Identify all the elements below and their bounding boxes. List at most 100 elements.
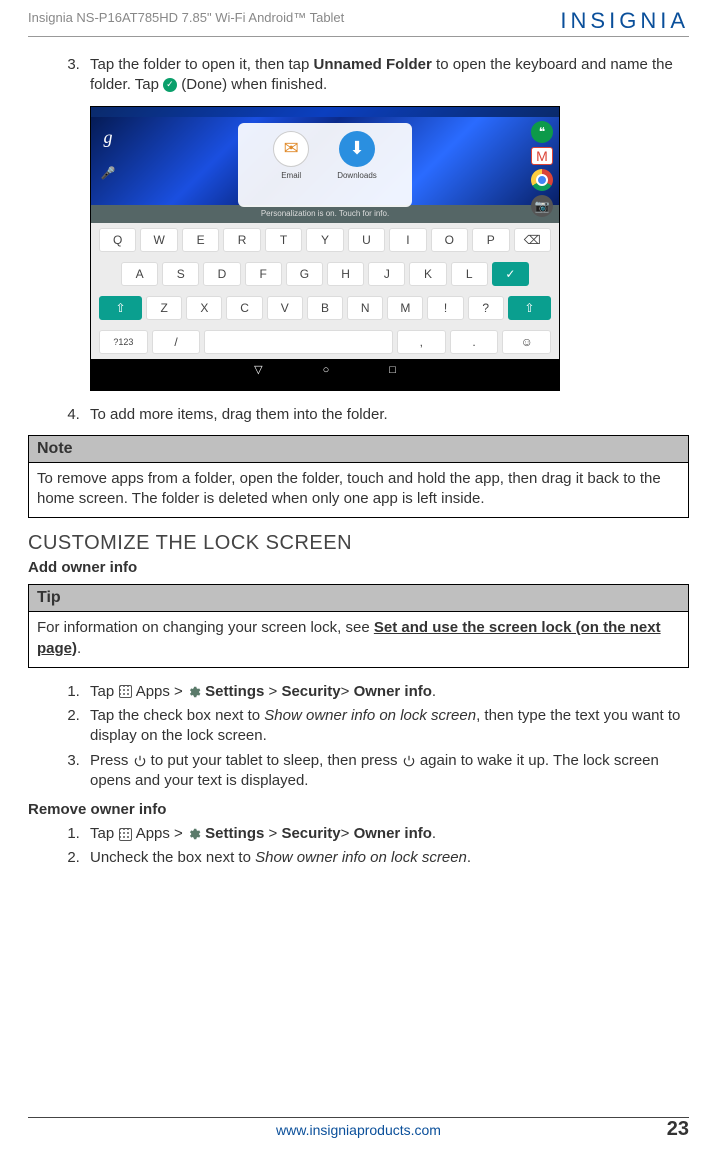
product-line: Insignia NS-P16AT785HD 7.85" Wi-Fi Andro… <box>28 8 344 25</box>
power-icon <box>133 754 147 768</box>
key: E <box>182 228 219 252</box>
email-label: Email <box>281 171 301 180</box>
section-heading: CUSTOMIZE THE LOCK SCREEN <box>28 532 689 555</box>
t: . <box>432 683 436 700</box>
downloads-label: Downloads <box>337 171 377 180</box>
remove-step-1: Tap Apps > Settings > Security> Owner in… <box>84 824 689 844</box>
key: Z <box>146 296 182 320</box>
tip-title: Tip <box>29 585 688 612</box>
key: I <box>389 228 426 252</box>
t: . <box>432 825 436 842</box>
t: > <box>264 683 281 700</box>
chrome-icon <box>531 169 553 191</box>
step-4: To add more items, drag them into the fo… <box>84 405 689 425</box>
key: C <box>226 296 262 320</box>
t: Tap <box>90 683 118 700</box>
power-icon <box>402 754 416 768</box>
t: Owner info <box>354 825 432 842</box>
key: P <box>472 228 509 252</box>
done-icon <box>163 78 177 92</box>
folder-app-email: ✉ Email <box>273 131 309 207</box>
key: J <box>368 262 405 286</box>
t: > <box>341 825 354 842</box>
note-box: Note To remove apps from a folder, open … <box>28 435 689 519</box>
key: K <box>409 262 446 286</box>
kb-row-3: ⇧ Z X C V B N M ! ? ⇧ <box>91 291 559 325</box>
comma-key: , <box>397 330 446 354</box>
key: M <box>387 296 423 320</box>
t: Security <box>281 825 340 842</box>
nav-back-icon: ▽ <box>254 363 262 376</box>
add-owner-heading: Add owner info <box>28 559 689 576</box>
t: . <box>467 849 471 866</box>
remove-step-2: Uncheck the box next to Show owner info … <box>84 848 689 868</box>
key: B <box>307 296 343 320</box>
sym-key: ?123 <box>99 330 148 354</box>
shift-key-right: ⇧ <box>508 296 551 320</box>
space-key <box>204 330 393 354</box>
brand-logo: INSIGNIA <box>560 8 689 34</box>
page-number: 23 <box>667 1118 689 1141</box>
shift-key: ⇧ <box>99 296 142 320</box>
key: F <box>245 262 282 286</box>
key: ? <box>468 296 504 320</box>
page-header: Insignia NS-P16AT785HD 7.85" Wi-Fi Andro… <box>28 8 689 37</box>
add-step-3: Press to put your tablet to sleep, then … <box>84 751 689 792</box>
period-key: . <box>450 330 499 354</box>
key: G <box>286 262 323 286</box>
note-body: To remove apps from a folder, open the f… <box>29 463 688 518</box>
open-folder: ✉ Email ⬇ Downloads <box>238 123 412 207</box>
instruction-list-top: Tap the folder to open it, then tap Unna… <box>28 55 689 96</box>
add-step-2: Tap the check box next to Show owner inf… <box>84 706 689 747</box>
nav-home-icon: ○ <box>323 364 330 376</box>
tip-pre: For information on changing your screen … <box>37 619 374 636</box>
remove-owner-steps: Tap Apps > Settings > Security> Owner in… <box>28 824 689 869</box>
instruction-list-step4: To add more items, drag them into the fo… <box>28 405 689 425</box>
t: Settings <box>201 683 264 700</box>
t: > <box>341 683 354 700</box>
t: Uncheck the box next to <box>90 849 255 866</box>
t: to put your tablet to sleep, then press <box>147 752 402 769</box>
t: Tap <box>90 825 118 842</box>
status-bar <box>91 107 559 117</box>
note-title: Note <box>29 436 688 463</box>
hangouts-icon: ❝ <box>531 121 553 143</box>
email-icon: ✉ <box>273 131 309 167</box>
wallpaper-area: g 🎤 ✉ Email ⬇ Downloads ❝ M 📷 <box>91 117 559 205</box>
step3-pre: Tap the folder to open it, then tap <box>90 56 314 73</box>
kb-row-2: A S D F G H J K L ✓ <box>91 257 559 291</box>
google-g-icon: g <box>104 127 113 148</box>
page-footer: www.insigniaproducts.com 23 <box>28 1117 689 1139</box>
key: D <box>203 262 240 286</box>
key: R <box>223 228 260 252</box>
key: ! <box>427 296 463 320</box>
toast-message: Personalization is on. Touch for info. <box>91 205 559 223</box>
tip-body: For information on changing your screen … <box>29 612 688 667</box>
step-3: Tap the folder to open it, then tap Unna… <box>84 55 689 96</box>
key: T <box>265 228 302 252</box>
tablet-screenshot: g 🎤 ✉ Email ⬇ Downloads ❝ M 📷 Persona <box>90 106 560 391</box>
mic-icon: 🎤 <box>101 166 116 180</box>
key: X <box>186 296 222 320</box>
t: Owner info <box>354 683 432 700</box>
apps-grid-icon <box>118 685 132 699</box>
emoji-key: ☺ <box>502 330 551 354</box>
add-owner-steps: Tap Apps > Settings > Security> Owner in… <box>28 682 689 791</box>
key: Q <box>99 228 136 252</box>
t: Settings <box>201 825 264 842</box>
t: Apps > <box>132 683 187 700</box>
t: Show owner info on lock screen <box>255 849 467 866</box>
key: H <box>327 262 364 286</box>
on-screen-keyboard: Q W E R T Y U I O P ⌫ A S D F G H J K <box>91 223 559 359</box>
nav-recent-icon: □ <box>389 364 396 376</box>
t: > <box>264 825 281 842</box>
kb-row-1: Q W E R T Y U I O P ⌫ <box>91 223 559 257</box>
slash-key: / <box>152 330 201 354</box>
apps-grid-icon <box>118 827 132 841</box>
key: A <box>121 262 158 286</box>
right-app-column: ❝ M 📷 <box>531 121 553 217</box>
key: Y <box>306 228 343 252</box>
step3-post: (Done) when finished. <box>177 76 327 93</box>
search-column: g 🎤 <box>91 117 125 205</box>
t: Security <box>281 683 340 700</box>
